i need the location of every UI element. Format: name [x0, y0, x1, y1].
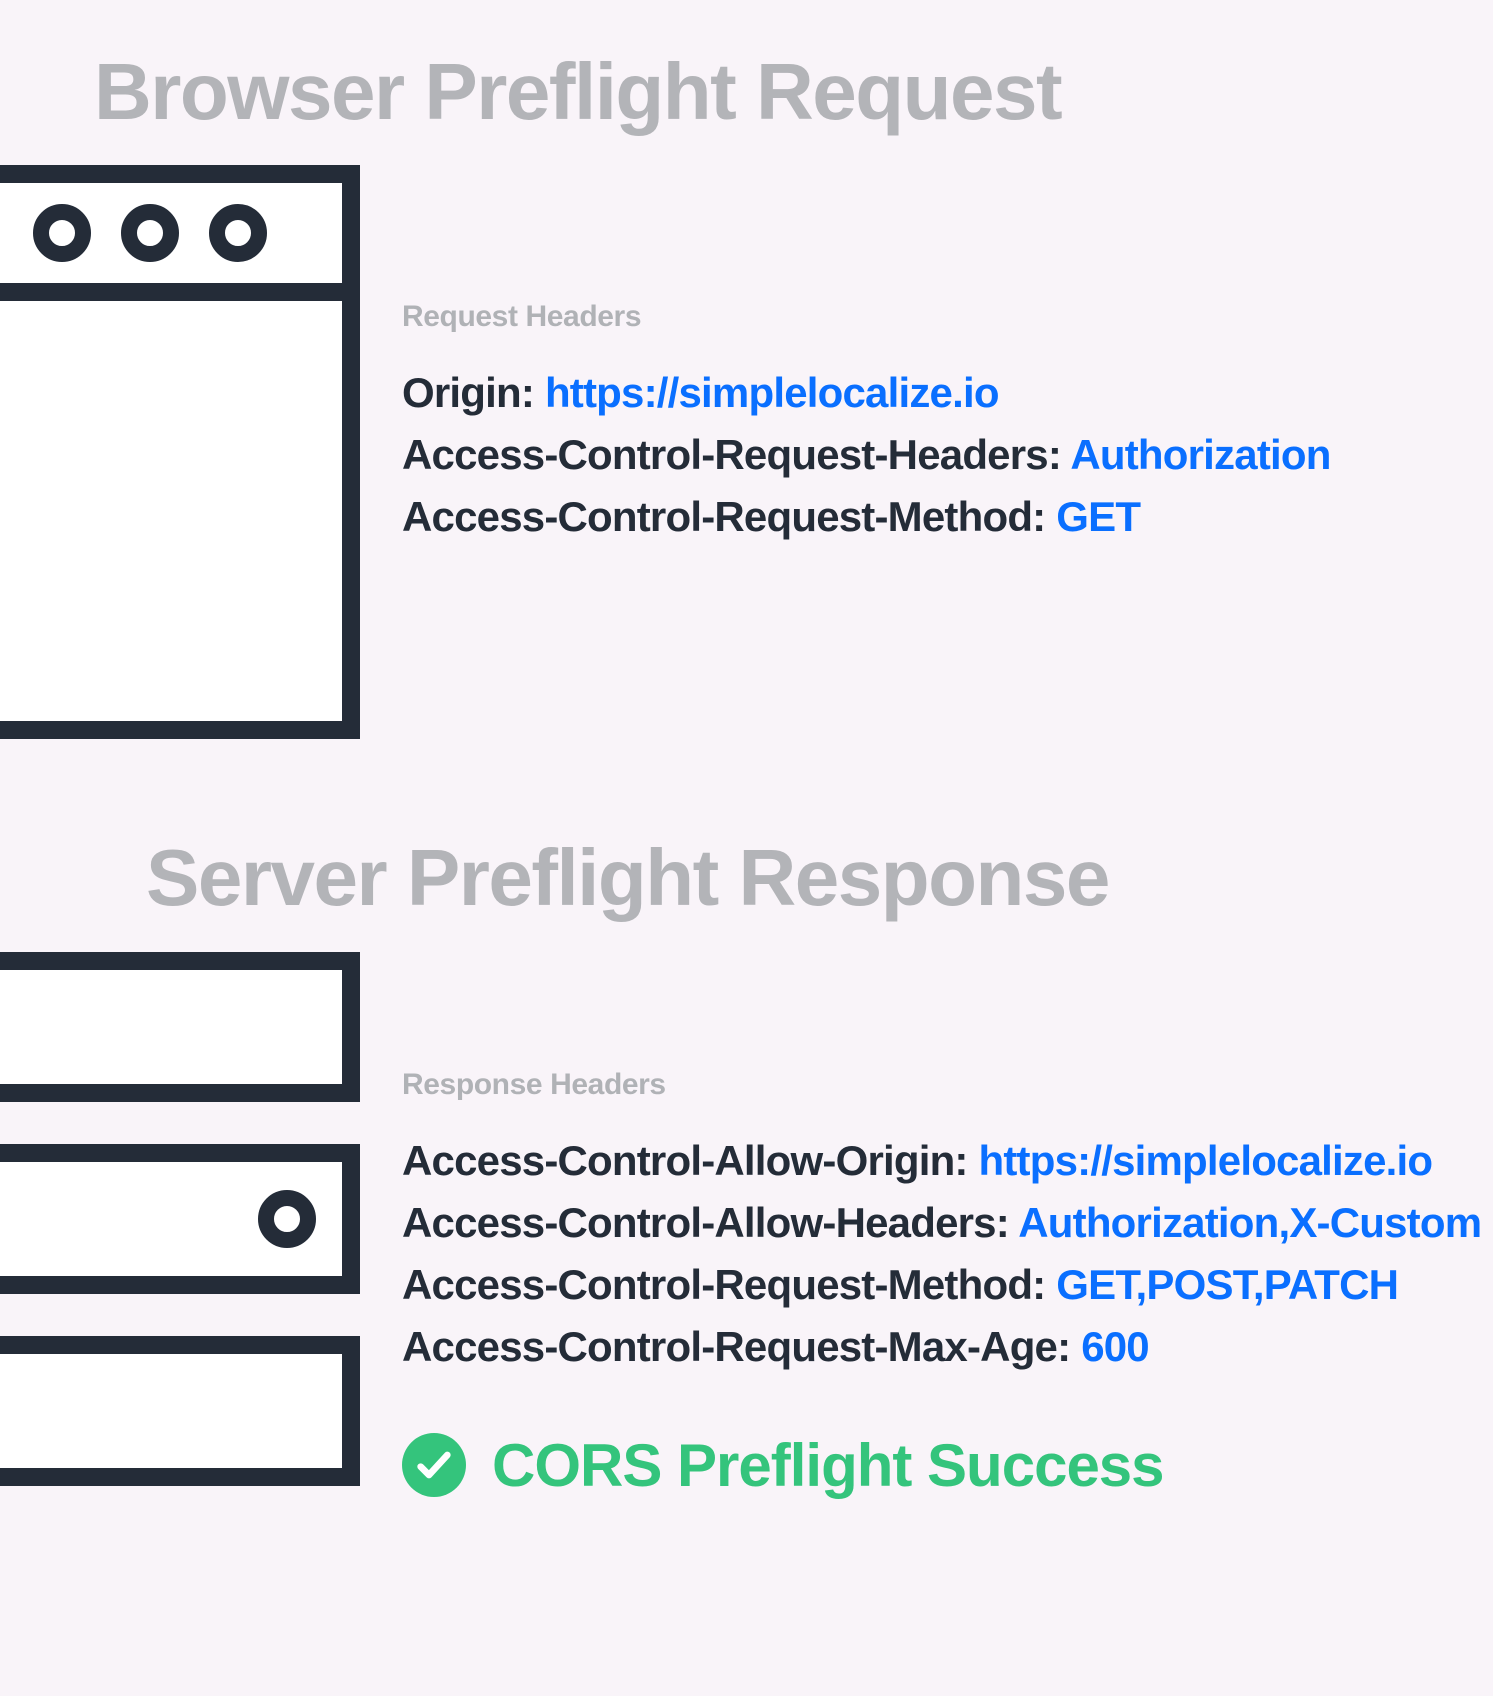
server-led-icon [258, 1190, 316, 1248]
header-row: Origin: https://simplelocalize.io [402, 362, 1331, 424]
header-value: GET [1056, 493, 1140, 540]
header-key: Origin: [402, 369, 534, 416]
server-slot [0, 1336, 360, 1486]
response-subheading: Response Headers [402, 1068, 1481, 1102]
server-rack-icon [0, 952, 360, 1486]
header-key: Access-Control-Request-Headers: [402, 431, 1061, 478]
header-value: 600 [1081, 1323, 1149, 1370]
server-slot [0, 1144, 360, 1294]
request-heading: Browser Preflight Request [94, 46, 1061, 138]
window-control-dot [209, 204, 267, 262]
header-row: Access-Control-Request-Headers: Authoriz… [402, 424, 1331, 486]
request-subheading: Request Headers [402, 300, 1331, 334]
header-row: Access-Control-Allow-Origin: https://sim… [402, 1130, 1481, 1192]
check-circle-icon [402, 1433, 466, 1497]
header-row: Access-Control-Request-Method: GET,POST,… [402, 1254, 1481, 1316]
cors-success-row: CORS Preflight Success [402, 1431, 1481, 1500]
header-key: Access-Control-Request-Max-Age: [402, 1323, 1070, 1370]
header-row: Access-Control-Request-Method: GET [402, 486, 1331, 548]
header-value: Authorization,X-Custom [1018, 1199, 1481, 1246]
header-value: https://simplelocalize.io [545, 369, 999, 416]
browser-viewport [0, 301, 342, 721]
browser-titlebar [0, 183, 342, 301]
header-value: GET,POST,PATCH [1056, 1261, 1398, 1308]
header-value: https://simplelocalize.io [979, 1137, 1433, 1184]
header-value: Authorization [1070, 431, 1330, 478]
header-key: Access-Control-Request-Method: [402, 493, 1045, 540]
window-control-dot [121, 204, 179, 262]
response-heading: Server Preflight Response [146, 832, 1109, 924]
server-slot [0, 952, 360, 1102]
cors-success-label: CORS Preflight Success [492, 1431, 1164, 1500]
header-row: Access-Control-Request-Max-Age: 600 [402, 1316, 1481, 1378]
browser-window-icon [0, 165, 360, 739]
header-row: Access-Control-Allow-Headers: Authorizat… [402, 1192, 1481, 1254]
window-control-dot [33, 204, 91, 262]
header-key: Access-Control-Allow-Headers: [402, 1199, 1009, 1246]
header-key: Access-Control-Request-Method: [402, 1261, 1045, 1308]
header-key: Access-Control-Allow-Origin: [402, 1137, 968, 1184]
